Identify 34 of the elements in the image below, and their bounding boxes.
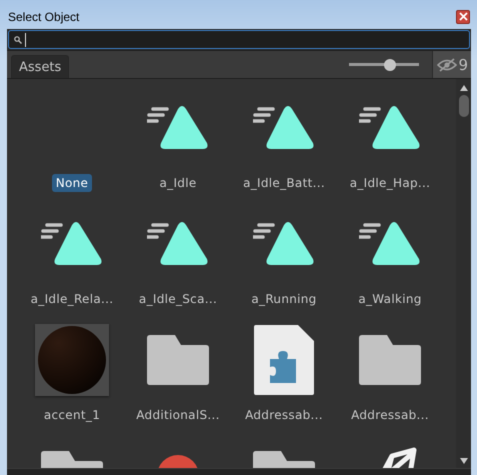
animation-clip-icon[interactable] <box>41 221 103 267</box>
animation-clip-icon[interactable] <box>147 105 209 151</box>
scrollbar-thumb[interactable] <box>458 95 468 117</box>
animation-clip-icon[interactable] <box>253 221 315 267</box>
animation-clip-icon[interactable] <box>359 105 421 151</box>
asset-label[interactable]: Addressab... <box>347 406 433 424</box>
scroll-up-icon[interactable] <box>460 85 468 91</box>
hidden-packages-button[interactable]: 9 <box>432 51 471 78</box>
asset-label[interactable]: a_Running <box>247 290 321 308</box>
hidden-eye-icon <box>437 58 458 72</box>
animation-clip-icon[interactable] <box>147 221 209 267</box>
animation-clip-icon[interactable] <box>359 221 421 267</box>
assets-tab[interactable]: Assets <box>11 55 70 78</box>
window-title: Select Object <box>8 8 80 24</box>
animation-clip-icon[interactable] <box>253 105 315 151</box>
folder-icon[interactable] <box>147 335 209 385</box>
search-icon <box>14 36 22 44</box>
asset-label[interactable]: a_Idle_Hap... <box>346 174 434 192</box>
asset-label[interactable]: a_Idle_Rela... <box>26 290 118 308</box>
asset-label[interactable]: accent_1 <box>40 406 104 424</box>
asset-label[interactable]: a_Idle <box>155 174 201 192</box>
asset-label[interactable]: None <box>52 174 92 192</box>
asset-label[interactable]: AdditionalS... <box>132 406 224 424</box>
puzzle-file-icon[interactable] <box>254 325 314 395</box>
asset-label[interactable]: a_Idle_Sca... <box>134 290 222 308</box>
folder-icon[interactable] <box>359 335 421 385</box>
zoom-slider[interactable] <box>349 58 420 70</box>
asset-label[interactable]: a_Walking <box>354 290 426 308</box>
text-cursor <box>25 32 26 46</box>
asset-label[interactable]: a_Idle_Batt... <box>239 174 329 192</box>
asset-label[interactable]: Addressab... <box>241 406 327 424</box>
scroll-down-icon[interactable] <box>460 458 468 464</box>
close-button[interactable] <box>456 10 470 24</box>
search-field[interactable] <box>8 30 470 49</box>
